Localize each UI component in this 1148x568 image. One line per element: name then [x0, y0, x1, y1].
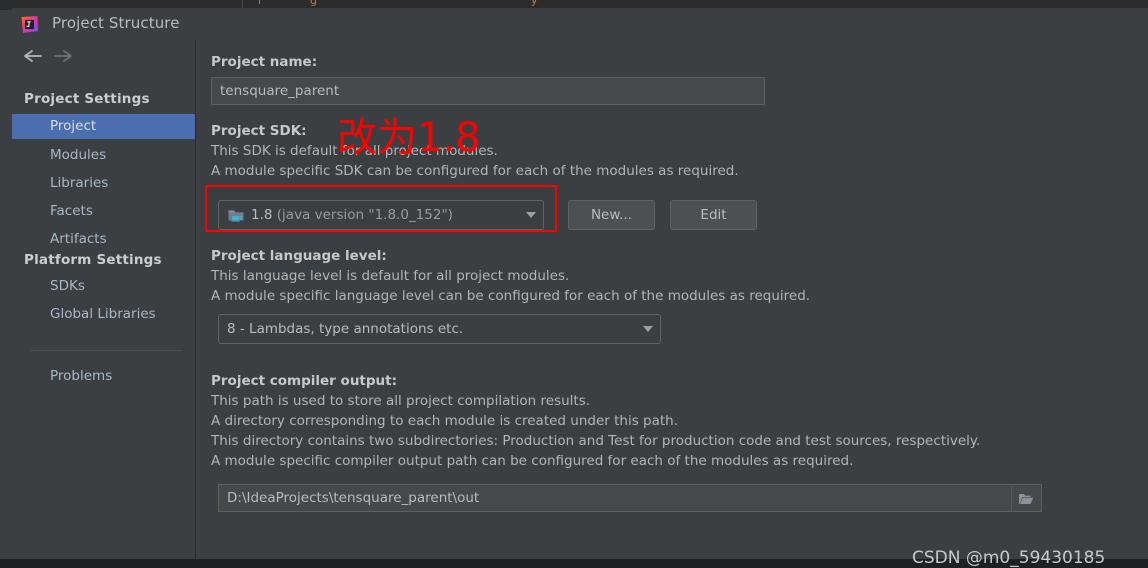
project-name-value: tensquare_parent — [220, 83, 340, 99]
language-level-value: 8 - Lambdas, type annotations etc. — [227, 321, 464, 337]
sidebar-item-modules[interactable]: Modules — [12, 143, 195, 168]
compiler-output-description-line: A directory corresponding to each module… — [211, 413, 679, 429]
sidebar-item-artifacts[interactable]: Artifacts — [12, 227, 195, 252]
compiler-output-label: Project compiler output: — [211, 373, 398, 389]
project-sdk-description-line: This SDK is default for all project modu… — [211, 143, 498, 159]
sdk-edit-button[interactable]: Edit — [670, 200, 757, 230]
project-settings-panel: Project name: tensquare_parent Project S… — [196, 40, 1148, 568]
csdn-watermark: CSDN @m0_59430185 — [912, 548, 1106, 568]
project-structure-dialog: Project Structure Project Settings Proje… — [12, 8, 1148, 568]
chevron-down-icon[interactable] — [636, 326, 660, 332]
project-name-input[interactable]: tensquare_parent — [211, 77, 765, 105]
sidebar-item-project[interactable]: Project — [12, 114, 195, 139]
bg-text-fragment: l — [258, 0, 262, 7]
dialog-titlebar: Project Structure — [12, 8, 1148, 40]
language-level-combo[interactable]: 8 - Lambdas, type annotations etc. — [218, 314, 661, 344]
sidebar-group-project-settings: Project Settings — [24, 91, 150, 107]
arrow-left-icon[interactable] — [22, 46, 44, 66]
sidebar-group-platform-settings: Platform Settings — [24, 252, 162, 268]
sidebar-item-problems[interactable]: Problems — [12, 364, 195, 389]
bg-text-fragment: y — [531, 0, 538, 7]
compiler-output-description-line: This directory contains two subdirectori… — [211, 433, 981, 449]
folder-open-icon[interactable] — [1011, 486, 1040, 512]
sidebar-divider — [30, 350, 182, 351]
java-sdk-folder-icon — [228, 208, 244, 223]
project-sdk-description-line: A module specific SDK can be configured … — [211, 163, 739, 179]
sidebar-item-sdks[interactable]: SDKs — [12, 274, 195, 299]
sidebar-item-facets[interactable]: Facets — [12, 199, 195, 224]
dialog-title: Project Structure — [52, 14, 180, 32]
compiler-output-description-line: This path is used to store all project c… — [211, 393, 591, 409]
compiler-output-path-value: D:\IdeaProjects\tensquare_parent\out — [227, 490, 480, 506]
compiler-output-path-input[interactable]: D:\IdeaProjects\tensquare_parent\out — [218, 484, 1042, 512]
sdk-new-button[interactable]: New... — [568, 200, 655, 230]
project-sdk-label: Project SDK: — [211, 123, 307, 139]
bg-text-fragment: g — [310, 0, 317, 7]
chevron-down-icon[interactable] — [519, 212, 543, 218]
language-level-description-line: A module specific language level can be … — [211, 288, 811, 304]
project-sdk-combo[interactable]: 1.8 (java version "1.8.0_152") — [218, 200, 544, 230]
sidebar-item-global-libraries[interactable]: Global Libraries — [12, 302, 195, 327]
screenshot-root: l g y Project Structure Project Settings… — [0, 0, 1148, 568]
project-sdk-value: 1.8 (java version "1.8.0_152") — [251, 207, 519, 223]
settings-sidebar: Project Settings Project Modules Librari… — [12, 40, 196, 559]
project-sdk-value-detail: (java version "1.8.0_152") — [276, 207, 453, 223]
sidebar-navbar — [12, 40, 195, 72]
project-name-label: Project name: — [211, 54, 318, 70]
intellij-idea-icon — [20, 15, 39, 34]
sidebar-item-libraries[interactable]: Libraries — [12, 171, 195, 196]
compiler-output-description-line: A module specific compiler output path c… — [211, 453, 854, 469]
project-sdk-value-name: 1.8 — [251, 207, 273, 223]
language-level-description-line: This language level is default for all p… — [211, 268, 570, 284]
arrow-right-icon[interactable] — [52, 46, 74, 66]
language-level-label: Project language level: — [211, 248, 387, 264]
